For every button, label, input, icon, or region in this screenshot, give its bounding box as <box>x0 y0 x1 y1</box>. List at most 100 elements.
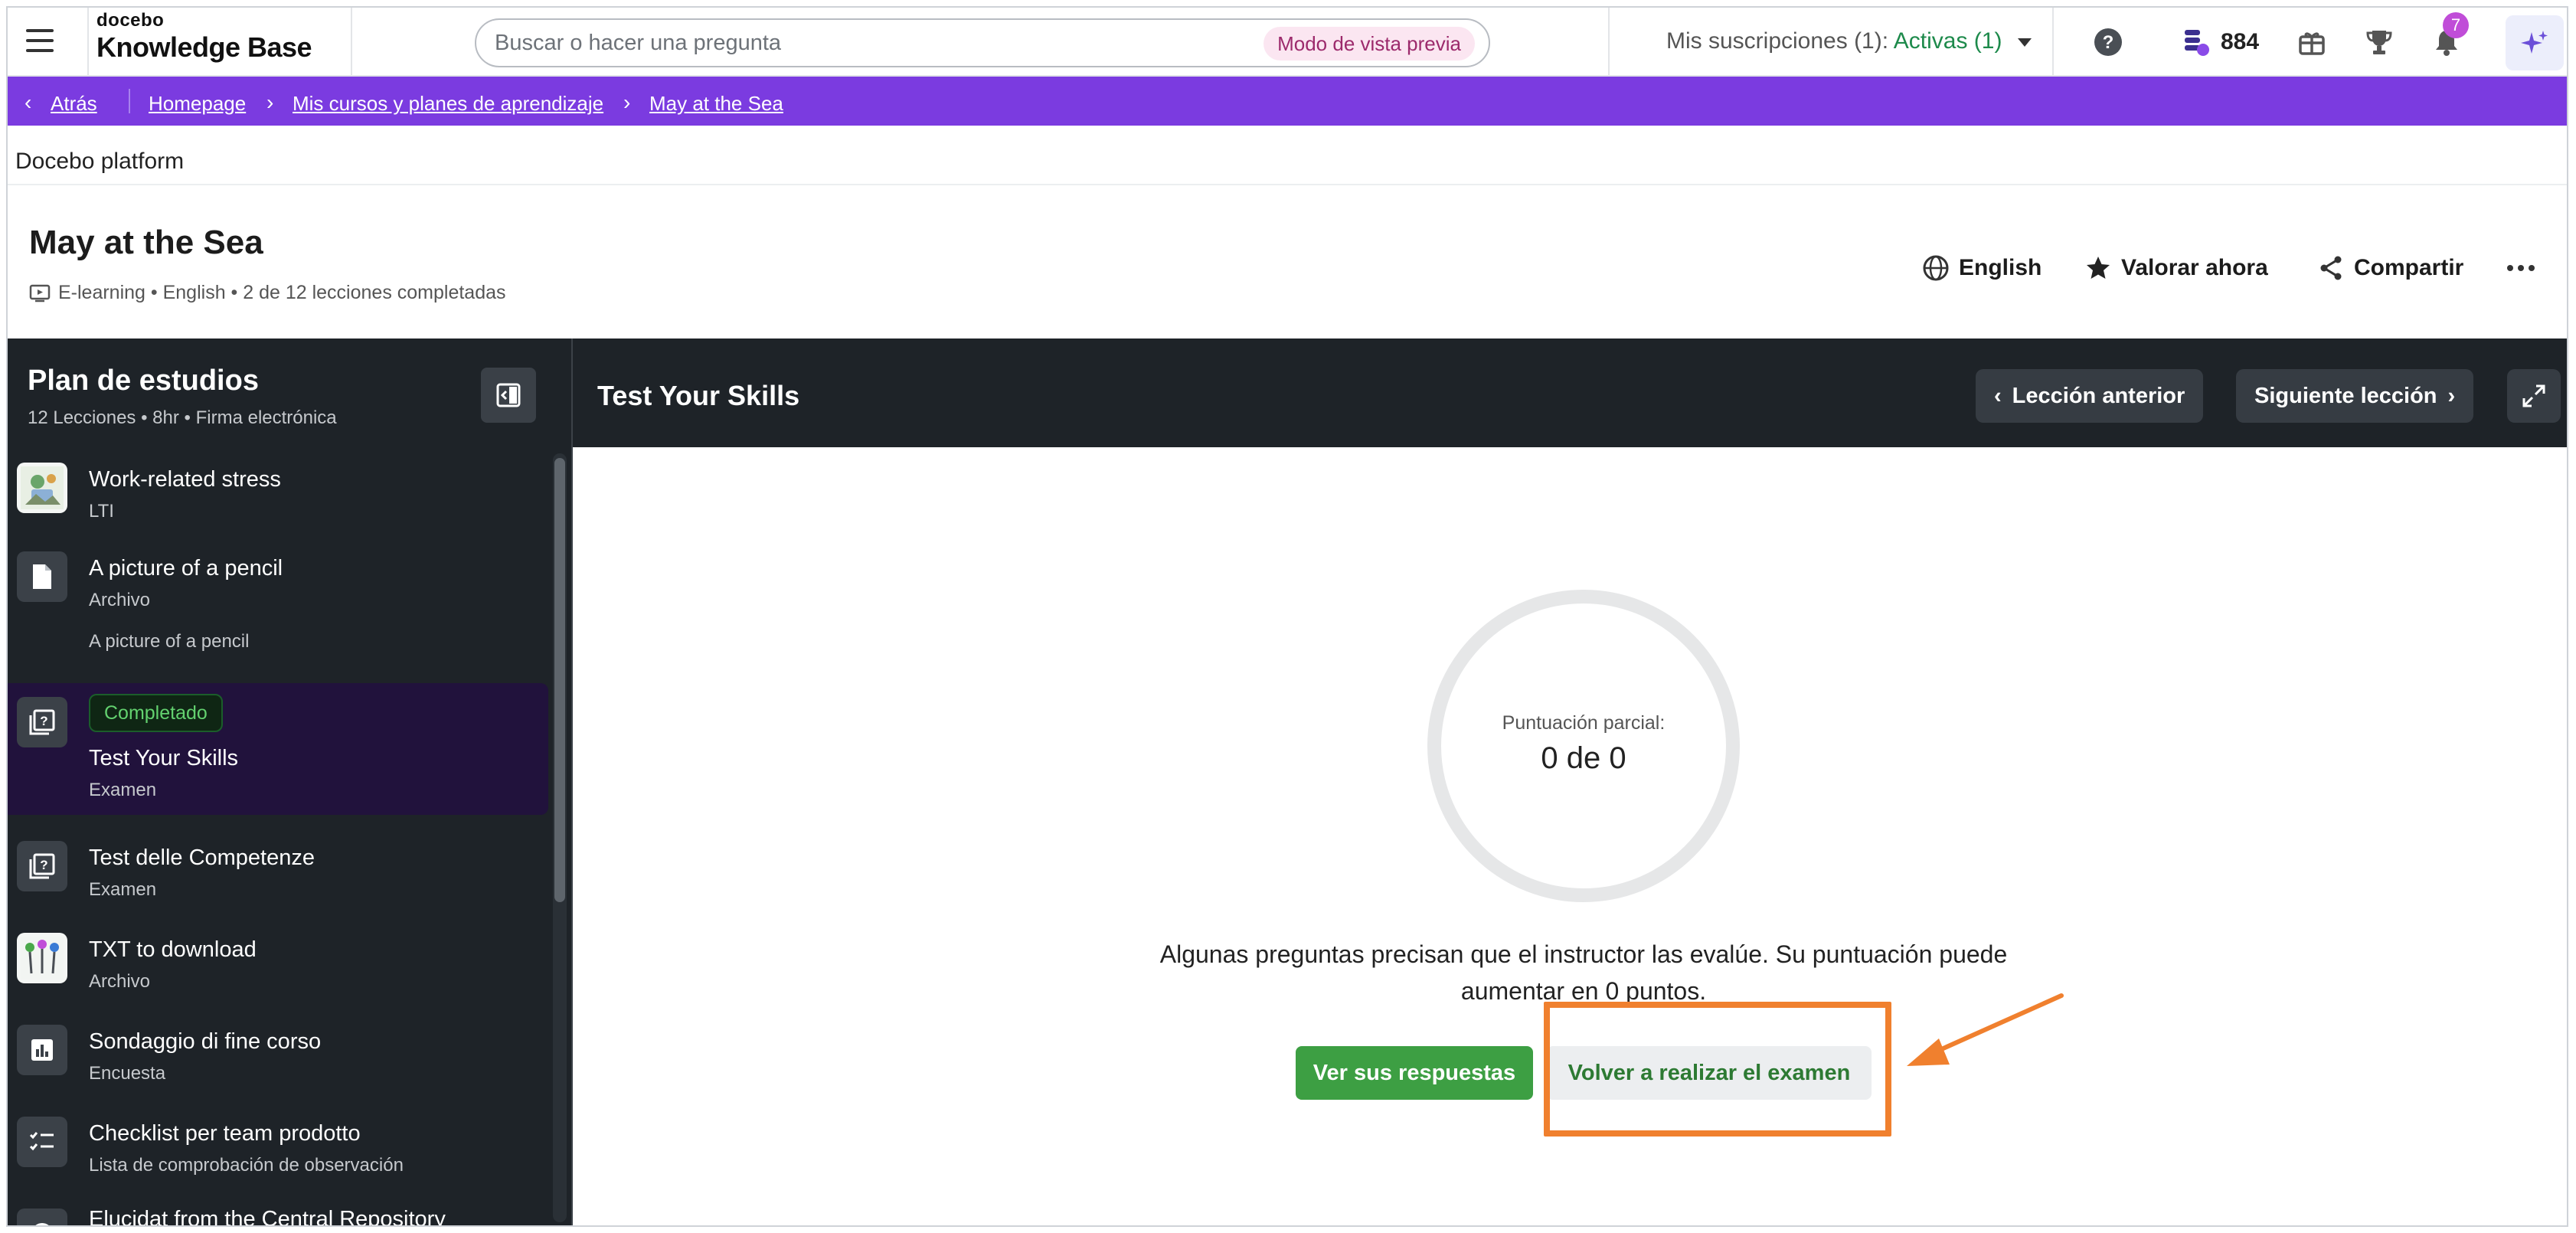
ai-assistant-button[interactable] <box>2506 15 2564 70</box>
share-icon <box>2320 256 2342 280</box>
trophy-icon[interactable] <box>2362 25 2397 60</box>
gift-icon[interactable] <box>2294 25 2329 60</box>
divider <box>8 184 2567 185</box>
lesson-type: Lista de comprobación de observación <box>89 1155 404 1176</box>
coins-icon[interactable] <box>2178 25 2213 60</box>
header-divider <box>351 8 352 77</box>
column-divider <box>571 339 573 1225</box>
lesson-name: Test Your Skills <box>89 746 239 770</box>
view-answers-button[interactable]: Ver sus respuestas <box>1296 1046 1533 1100</box>
status-badge: Completado <box>89 694 223 732</box>
lesson-name: TXT to download <box>89 937 257 962</box>
scrollbar-thumb[interactable] <box>554 458 565 902</box>
poll-icon <box>17 1025 67 1075</box>
lesson-name: Work-related stress <box>89 467 281 492</box>
lesson-item[interactable]: Checklist per team prodotto Lista de com… <box>8 1100 548 1190</box>
breadcrumb-divider <box>129 89 130 113</box>
breadcrumb-my-courses[interactable]: Mis cursos y planes de aprendizaje <box>293 92 603 116</box>
app-window: docebo Knowledge Base Modo de vista prev… <box>6 6 2568 1227</box>
course-meta: E-learning • English • 2 de 12 lecciones… <box>29 282 506 304</box>
lesson-name: Test delle Competenze <box>89 845 315 870</box>
score-label: Puntuación parcial: <box>1502 712 1666 734</box>
menu-icon[interactable] <box>26 29 54 52</box>
next-lesson-button[interactable]: Siguiente lección › <box>2236 369 2474 423</box>
top-header: docebo Knowledge Base Modo de vista prev… <box>8 8 2567 77</box>
lesson-name: Checklist per team prodotto <box>89 1121 361 1146</box>
elearning-icon <box>29 284 51 302</box>
lesson-description: A picture of a pencil <box>89 631 250 652</box>
subscriptions-status: Activas (1) <box>1893 28 2002 54</box>
rate-label: Valorar ahora <box>2121 255 2268 280</box>
notification-badge: 7 <box>2443 12 2469 38</box>
lesson-type: LTI <box>89 501 114 522</box>
course-meta-text: E-learning • English • 2 de 12 lecciones… <box>58 282 506 303</box>
chevron-right-icon: › <box>623 90 631 114</box>
help-icon[interactable]: ? <box>2091 25 2126 60</box>
svg-text:?: ? <box>2103 32 2114 53</box>
svg-text:?: ? <box>40 858 47 872</box>
lesson-item[interactable]: ? Test delle Competenze Examen <box>8 824 548 914</box>
quiz-icon: ? <box>17 697 67 747</box>
lesson-type: Archivo <box>89 971 151 992</box>
preview-mode-chip[interactable]: Modo de vista previa <box>1263 27 1475 61</box>
coins-count: 884 <box>2221 29 2260 54</box>
header-divider <box>1608 8 1610 77</box>
platform-label: Docebo platform <box>15 149 185 174</box>
search-input[interactable] <box>495 28 1230 58</box>
chevron-left-icon: ‹ <box>25 90 32 114</box>
subscriptions-dropdown[interactable]: Mis suscripciones (1): Activas (1) <box>1666 28 2032 54</box>
previous-lesson-label: Lección anterior <box>2012 383 2185 408</box>
course-title: May at the Sea <box>29 224 263 261</box>
circle-icon <box>17 1208 67 1225</box>
product-name: Knowledge Base <box>96 31 312 63</box>
expand-icon <box>2522 384 2545 407</box>
chevron-right-icon: › <box>266 90 274 114</box>
subscriptions-label: Mis suscripciones (1): <box>1666 28 1889 54</box>
language-button[interactable]: English <box>1922 251 2042 285</box>
next-lesson-label: Siguiente lección <box>2254 383 2437 408</box>
sparkle-icon <box>2521 31 2548 54</box>
star-icon <box>2087 257 2110 279</box>
collapse-sidebar-button[interactable] <box>481 368 536 423</box>
quiz-icon: ? <box>17 841 67 891</box>
grading-message: Algunas preguntas precisan que el instru… <box>1159 940 2008 1005</box>
image-thumb-icon <box>17 463 67 513</box>
current-lesson-title: Test Your Skills <box>597 380 800 411</box>
image-thumb-icon <box>17 933 67 983</box>
back-link[interactable]: Atrás <box>51 92 97 116</box>
file-icon <box>17 551 67 602</box>
curriculum-list: Work-related stress LTI A picture of a p… <box>8 447 571 1227</box>
score-value: 0 de 0 <box>1541 741 1626 775</box>
lesson-item[interactable]: TXT to download Archivo <box>8 916 548 1006</box>
lesson-name: Elucidat from the Central Repository <box>89 1207 446 1227</box>
fullscreen-button[interactable] <box>2507 369 2561 423</box>
logo[interactable]: docebo Knowledge Base <box>96 11 312 64</box>
checklist-icon <box>17 1117 67 1167</box>
sidebar-collapse-icon <box>496 383 521 407</box>
rate-button[interactable]: Valorar ahora <box>2084 251 2268 285</box>
breadcrumb-homepage[interactable]: Homepage <box>149 92 246 116</box>
brand-name: docebo <box>96 10 165 31</box>
caret-down-icon <box>2017 38 2032 47</box>
share-button[interactable]: Compartir <box>2317 251 2463 285</box>
lesson-item[interactable]: Sondaggio di fine corso Encuesta <box>8 1008 548 1098</box>
header-divider <box>2052 8 2054 77</box>
curriculum-title: Plan de estudios <box>28 365 259 397</box>
share-label: Compartir <box>2354 255 2464 280</box>
lesson-item[interactable]: Elucidat from the Central Repository <box>8 1192 548 1227</box>
search-bar[interactable]: Modo de vista previa <box>475 18 1490 67</box>
lesson-name: A picture of a pencil <box>89 556 283 581</box>
curriculum-subtitle: 12 Lecciones • 8hr • Firma electrónica <box>28 407 337 428</box>
more-options-icon[interactable] <box>2506 251 2536 285</box>
lesson-item[interactable]: A picture of a pencil Archivo A picture … <box>8 533 548 663</box>
chevron-left-icon: ‹ <box>1994 383 2002 408</box>
breadcrumb-course[interactable]: May at the Sea <box>649 92 783 116</box>
lesson-item[interactable]: Work-related stress LTI <box>8 447 548 533</box>
breadcrumb: ‹ Atrás Homepage › Mis cursos y planes d… <box>8 77 2567 126</box>
svg-text:?: ? <box>40 714 47 728</box>
header-divider <box>87 8 89 77</box>
lesson-type: Examen <box>89 879 157 900</box>
retake-test-button[interactable]: Volver a realizar el examen <box>1547 1046 1872 1100</box>
lesson-item-active[interactable]: ? Completado Test Your Skills Examen <box>8 683 548 815</box>
previous-lesson-button[interactable]: ‹ Lección anterior <box>1976 369 2204 423</box>
